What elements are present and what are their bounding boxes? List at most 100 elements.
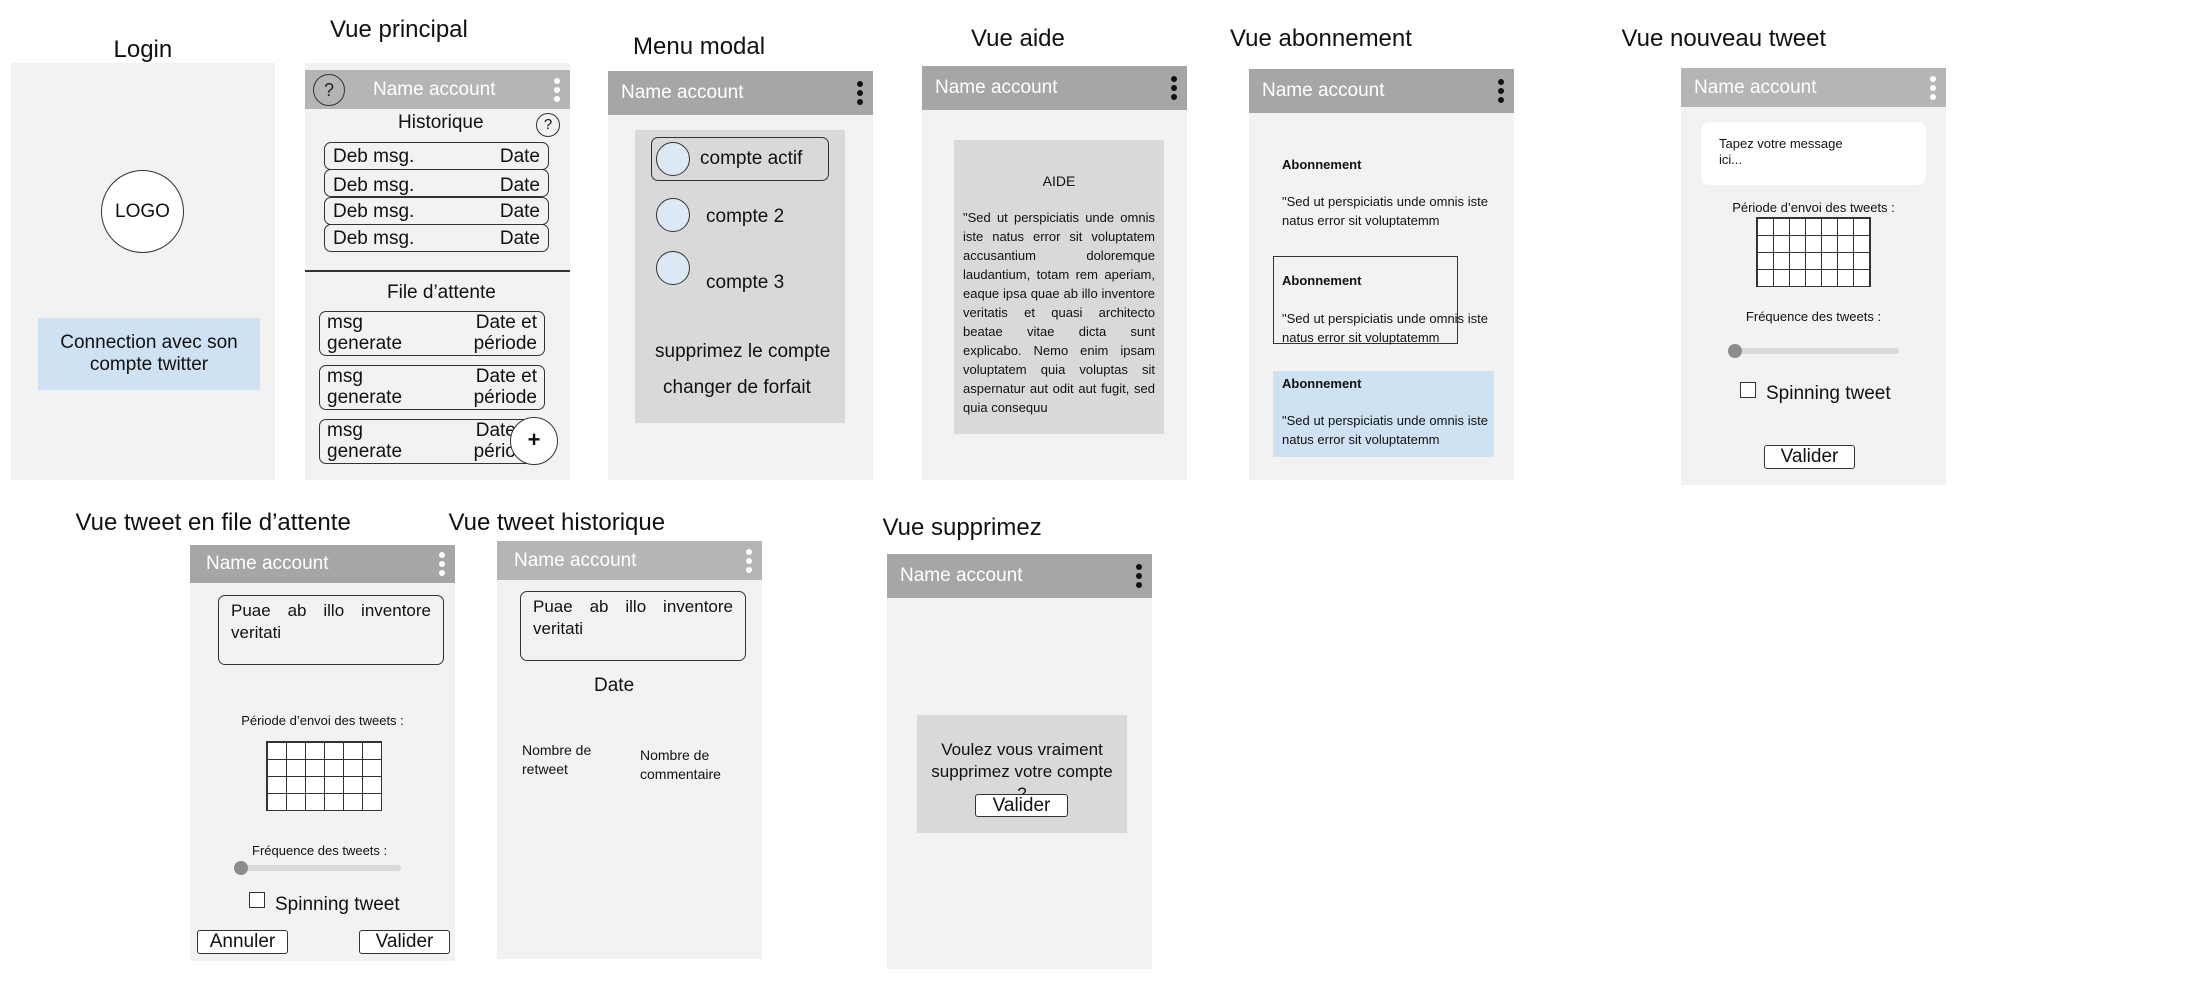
file-header: Name account [190, 545, 455, 583]
spinning-checkbox[interactable] [249, 892, 265, 908]
add-tweet-button[interactable]: + [510, 417, 558, 465]
annuler-button[interactable]: Annuler [197, 930, 288, 954]
history-date: Date [499, 228, 540, 249]
account-name: Name account [900, 565, 1023, 586]
queue-msg: generate [327, 387, 403, 408]
title-supprimez: Vue supprimez [882, 514, 1042, 541]
more-menu-icon[interactable] [1136, 564, 1142, 588]
comment-count-label: Nombre de commentaire [640, 747, 721, 782]
plan-title: Abonnement [1282, 157, 1362, 172]
valider-button[interactable]: Valider [359, 930, 450, 954]
history-msg: Deb msg. [333, 228, 415, 249]
more-menu-icon[interactable] [857, 81, 863, 105]
more-menu-icon[interactable] [554, 78, 560, 102]
more-menu-icon[interactable] [1171, 76, 1177, 100]
title-principal: Vue principal [330, 16, 468, 43]
message-placeholder: Tapez votre message ici... [1719, 136, 1843, 167]
queue-date: période [473, 387, 537, 408]
history-item[interactable]: Deb msg. Date [324, 224, 549, 252]
slider-handle[interactable] [234, 861, 248, 875]
historique-screen: Name account Puae ab illo inventore veri… [497, 541, 762, 959]
frequence-slider[interactable] [234, 861, 401, 875]
retweet-count-label: Nombre de retweet [522, 742, 592, 777]
principal-header: ? Name account [305, 70, 570, 109]
title-historique: Vue tweet historique [448, 509, 666, 536]
historique-help-icon[interactable]: ? [536, 113, 560, 137]
plan-title: Abonnement [1282, 273, 1362, 288]
history-date: Date [499, 175, 540, 196]
logo: LOGO [101, 170, 184, 253]
avatar[interactable] [656, 251, 690, 285]
tweet-message: Puae ab illo inventore veritati [533, 597, 733, 638]
periode-calendar[interactable] [266, 741, 382, 811]
aide-heading: AIDE [1042, 173, 1076, 189]
login-screen: LOGO Connection avec son compte twitter [11, 63, 275, 480]
more-menu-icon[interactable] [1930, 76, 1936, 100]
slider-handle[interactable] [1728, 344, 1742, 358]
history-item[interactable]: Deb msg. Date [324, 197, 549, 225]
account-name: Name account [621, 82, 744, 103]
plan-title: Abonnement [1282, 376, 1362, 391]
more-menu-icon[interactable] [746, 549, 752, 573]
plan-card-selected[interactable]: Abonnement "Sed ut perspiciatis unde omn… [1273, 256, 1488, 345]
queue-msg: generate [327, 333, 403, 354]
principal-screen: ? Name account Historique ? Deb msg. Dat… [305, 63, 570, 480]
queue-item[interactable]: msg generate Date et période [319, 311, 545, 356]
history-msg: Deb msg. [333, 201, 415, 222]
queue-date: Date et [475, 312, 537, 333]
account-label[interactable]: compte 2 [706, 206, 784, 228]
tweet-message-box[interactable]: Puae ab illo inventore veritati [218, 595, 444, 665]
abonnement-screen: Name account Abonnement "Sed ut perspici… [1249, 69, 1514, 480]
tweet-date: Date [594, 675, 635, 696]
spinning-checkbox[interactable] [1740, 382, 1756, 398]
spinning-label: Spinning tweet [275, 894, 400, 915]
logo-text: LOGO [115, 200, 170, 222]
plan-text: "Sed ut perspiciatis unde omnis iste nat… [1282, 311, 1488, 345]
tweet-message: Puae ab illo inventore veritati [231, 601, 431, 642]
nouveau-header: Name account [1681, 68, 1946, 107]
title-menu: Menu modal [633, 33, 766, 60]
periode-label: Période d’envoi des tweets : [1732, 200, 1895, 215]
menu-screen: Name account compte actif compte 2 compt… [608, 71, 873, 480]
more-menu-icon[interactable] [1498, 79, 1504, 103]
more-menu-icon[interactable] [439, 552, 445, 576]
account-label[interactable]: compte 3 [706, 272, 784, 294]
title-abonnement: Vue abonnement [1230, 25, 1412, 52]
queue-date: Date et [475, 366, 537, 387]
twitter-connect-label: Connection avec son compte twitter [60, 332, 238, 375]
plan-text: "Sed ut perspiciatis unde omnis iste nat… [1282, 194, 1488, 228]
history-date: Date [499, 201, 540, 222]
title-login: Login [113, 36, 173, 63]
periode-label: Période d’envoi des tweets : [241, 713, 404, 728]
periode-calendar[interactable] [1756, 217, 1871, 287]
history-msg: Deb msg. [333, 175, 415, 196]
queue-date: période [473, 333, 537, 354]
plan-text: "Sed ut perspiciatis unde omnis iste nat… [1282, 413, 1488, 447]
valider-button[interactable]: Valider [1764, 445, 1855, 469]
supprimez-screen: Name account Voulez vous vraiment suppri… [887, 554, 1152, 969]
aide-panel: AIDE "Sed ut perspiciatis unde omnis ist… [954, 140, 1164, 434]
account-name: Name account [206, 553, 329, 574]
confirm-dialog: Voulez vous vraiment supprimez votre com… [917, 715, 1127, 833]
historique-label: Historique [398, 112, 484, 133]
history-item[interactable]: Deb msg. Date [324, 169, 549, 197]
account-name: Name account [1694, 76, 1817, 98]
history-date: Date [499, 146, 540, 167]
queue-item[interactable]: msg generate Date et période [319, 365, 545, 410]
change-plan-item[interactable]: changer de forfait [663, 377, 811, 399]
title-aide: Vue aide [971, 25, 1065, 52]
history-msg: Deb msg. [333, 146, 415, 167]
history-item[interactable]: Deb msg. Date [324, 142, 549, 170]
plan-card-highlight[interactable]: Abonnement "Sed ut perspiciatis unde omn… [1273, 371, 1494, 457]
avatar[interactable] [656, 198, 690, 232]
frequence-label: Fréquence des tweets : [252, 843, 388, 858]
plan-card[interactable]: Abonnement "Sed ut perspiciatis unde omn… [1273, 157, 1494, 237]
message-input[interactable]: Tapez votre message ici... [1701, 122, 1926, 185]
help-icon[interactable]: ? [313, 74, 345, 106]
frequence-slider[interactable] [1728, 344, 1899, 358]
confirm-valider-button[interactable]: Valider [975, 794, 1068, 817]
abonnement-header: Name account [1249, 69, 1514, 113]
twitter-connect-button[interactable]: Connection avec son compte twitter [38, 318, 260, 390]
queue-msg: msg [327, 366, 363, 387]
delete-account-item[interactable]: supprimez le compte [655, 341, 830, 363]
